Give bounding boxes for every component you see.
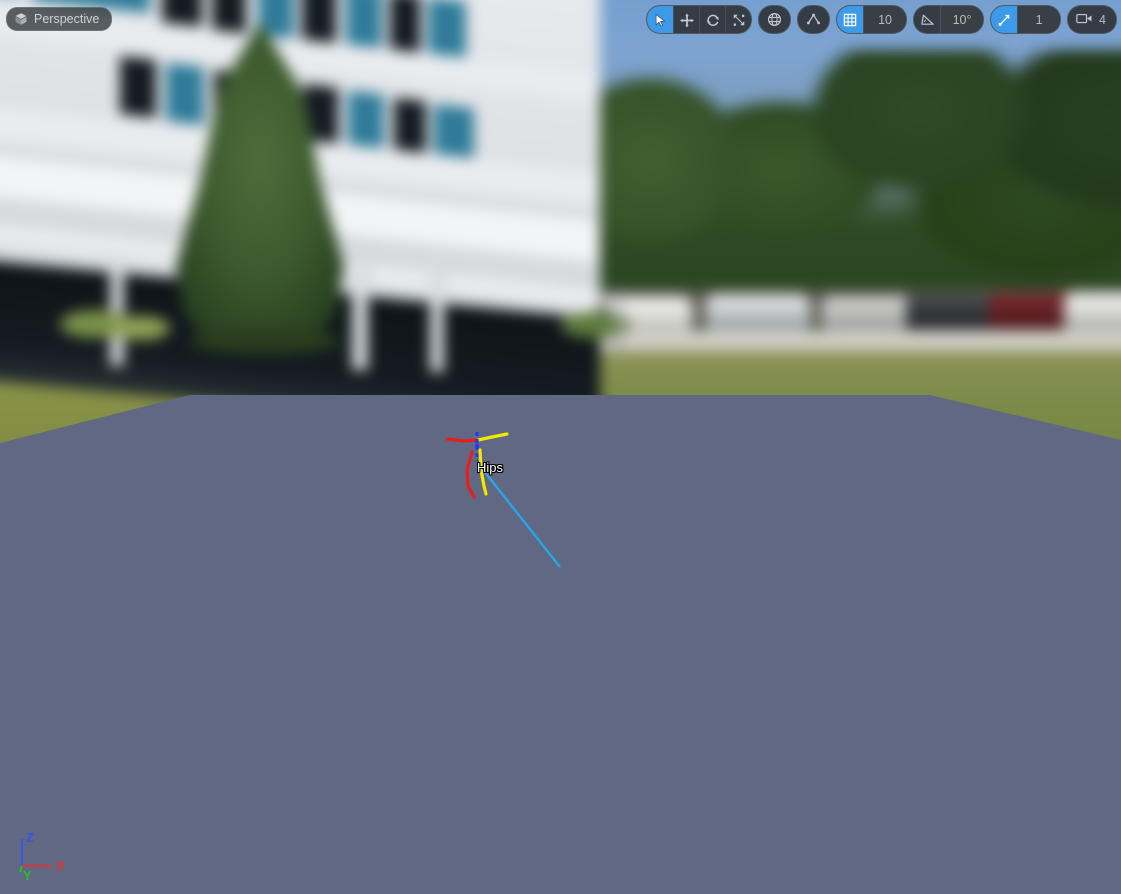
viewport-type-pill[interactable]: Perspective <box>6 7 113 31</box>
sign-post <box>615 290 620 356</box>
surface-snap-group[interactable] <box>797 5 831 34</box>
axis-orientation-gizmo: Z X Y <box>19 830 65 883</box>
transform-tool-group[interactable] <box>646 5 753 34</box>
bone-label-hips: Hips <box>477 460 504 475</box>
scale-snap-group[interactable]: 1 <box>990 5 1062 34</box>
grid-snap-toggle-button[interactable] <box>837 6 864 33</box>
grid-snap-value[interactable]: 10 <box>863 6 907 33</box>
camera-speed-group[interactable]: 4 <box>1067 5 1117 34</box>
camera-speed-value[interactable]: 4 <box>1099 13 1106 27</box>
select-tool-button[interactable] <box>647 6 674 33</box>
building-column <box>430 260 444 372</box>
scale-snap-toggle-button[interactable] <box>991 6 1018 33</box>
ground-plane-mesh[interactable] <box>0 395 1121 894</box>
cube-icon <box>14 12 28 26</box>
axis-z-label: Z <box>26 830 34 845</box>
viewport-type-label: Perspective <box>34 12 100 26</box>
building-column <box>352 260 368 370</box>
translate-tool-button[interactable] <box>673 6 699 33</box>
world-space-toggle-button[interactable] <box>761 6 788 33</box>
angle-snap-value[interactable]: 10° <box>940 6 984 33</box>
car <box>1064 292 1121 334</box>
car <box>988 293 1076 335</box>
unreal-viewport[interactable]: Hips Perspective 10 10° 1 4 Z X Y <box>0 0 1121 894</box>
coordinate-system-group[interactable] <box>758 5 792 34</box>
grid-snap-group[interactable]: 10 <box>836 5 908 34</box>
tree-base-shadow <box>190 328 340 354</box>
angle-snap-group[interactable]: 10° <box>913 5 985 34</box>
viewport-toolbar[interactable]: 10 10° 1 4 <box>646 5 1117 34</box>
shrub <box>110 316 170 340</box>
axis-y-label: Y <box>23 868 32 883</box>
scale-snap-value[interactable]: 1 <box>1017 6 1061 33</box>
angle-snap-toggle-button[interactable] <box>914 6 940 33</box>
axis-x-label: X <box>56 858 65 873</box>
scale-tool-button[interactable] <box>725 6 751 33</box>
rotate-tool-button[interactable] <box>699 6 725 33</box>
axis-y-line <box>19 865 23 873</box>
camera-icon <box>1076 12 1093 28</box>
surface-snapping-toggle-button[interactable] <box>800 6 827 33</box>
